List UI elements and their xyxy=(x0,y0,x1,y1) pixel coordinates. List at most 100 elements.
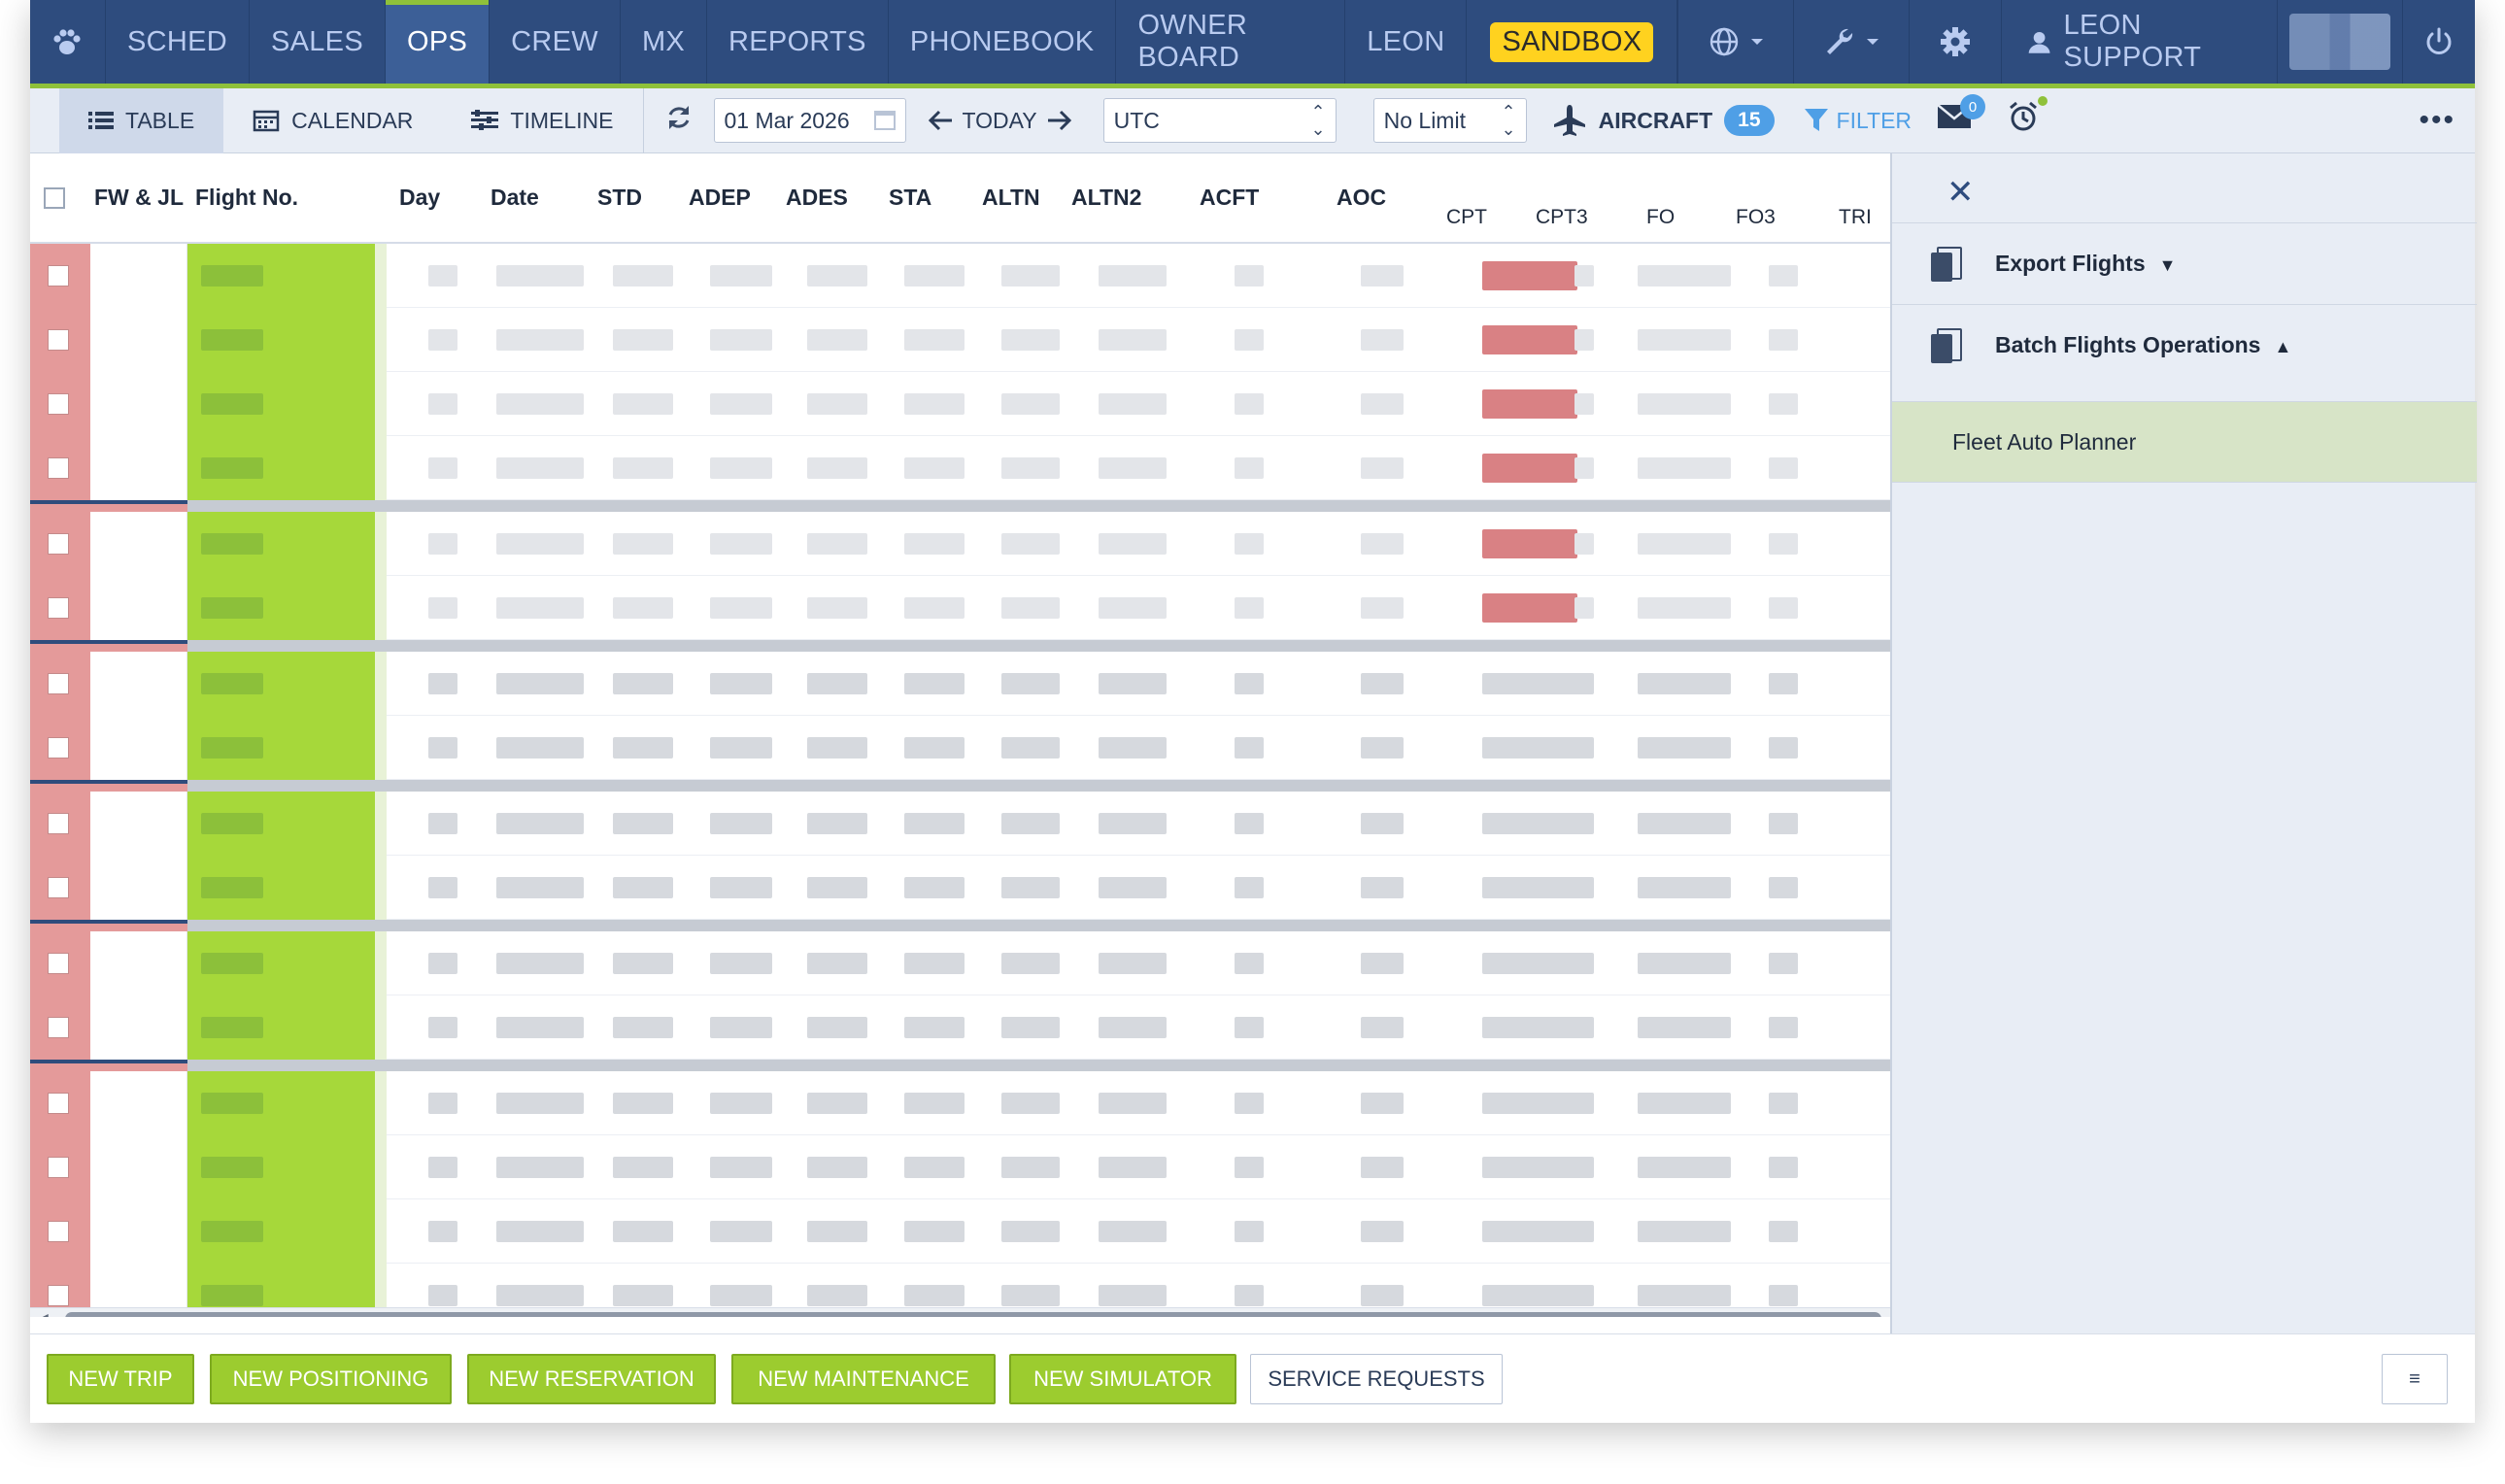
new-positioning-button[interactable]: NEW POSITIONING xyxy=(210,1354,452,1404)
flight-number-cell[interactable] xyxy=(187,244,375,308)
col-day[interactable]: Day xyxy=(399,185,440,211)
table-row[interactable] xyxy=(30,792,1890,856)
nav-tab-ops[interactable]: OPS xyxy=(385,0,491,84)
flight-number-cell[interactable] xyxy=(187,576,375,640)
menu-button[interactable]: ≡ xyxy=(2382,1354,2448,1404)
view-timeline-button[interactable]: TIMELINE xyxy=(442,88,642,153)
limit-select[interactable]: No Limit ⌃ ⌄ xyxy=(1372,98,1527,143)
table-row[interactable] xyxy=(30,244,1890,308)
new-reservation-button[interactable]: NEW RESERVATION xyxy=(467,1354,716,1404)
col-altn[interactable]: ALTN xyxy=(982,185,1040,211)
row-checkbox[interactable] xyxy=(48,1221,69,1242)
row-checkbox[interactable] xyxy=(48,457,69,479)
fleet-auto-planner-item[interactable]: Fleet Auto Planner xyxy=(1892,401,2477,483)
aircraft-selector[interactable]: AIRCRAFT 15 xyxy=(1552,103,1775,138)
col-tri[interactable]: TRI xyxy=(1839,206,1872,229)
export-flights-item[interactable]: Export Flights ▼ xyxy=(1892,222,2477,304)
logout-button[interactable] xyxy=(2403,0,2475,84)
flight-number-cell[interactable] xyxy=(187,1135,375,1199)
col-flight-no[interactable]: Flight No. xyxy=(195,185,298,211)
flight-number-cell[interactable] xyxy=(187,372,375,436)
row-checkbox[interactable] xyxy=(48,737,69,759)
nav-tab-phonebook[interactable]: PHONEBOOK xyxy=(889,0,1117,84)
table-row[interactable] xyxy=(30,512,1890,576)
table-row[interactable] xyxy=(30,995,1890,1060)
col-cpt3[interactable]: CPT3 xyxy=(1536,206,1588,229)
col-cpt[interactable]: CPT xyxy=(1446,206,1487,229)
timezone-select[interactable]: UTC ⌃ ⌄ xyxy=(1102,98,1337,143)
col-fw-jl[interactable]: FW & JL xyxy=(94,185,184,211)
col-aoc[interactable]: AOC xyxy=(1337,185,1386,211)
flight-number-cell[interactable] xyxy=(187,716,375,780)
nav-tab-leon[interactable]: LEON xyxy=(1345,0,1468,84)
table-row[interactable] xyxy=(30,652,1890,716)
table-row[interactable] xyxy=(30,1071,1890,1135)
row-checkbox[interactable] xyxy=(48,329,69,351)
new-trip-button[interactable]: NEW TRIP xyxy=(47,1354,194,1404)
messages-button[interactable]: 0 xyxy=(1937,94,1986,137)
row-checkbox[interactable] xyxy=(48,1285,69,1306)
paw-logo-icon[interactable] xyxy=(30,0,106,84)
scrollbar-thumb[interactable] xyxy=(65,1312,1881,1317)
col-altn2[interactable]: ALTN2 xyxy=(1071,185,1141,211)
table-row[interactable] xyxy=(30,576,1890,640)
col-fo3[interactable]: FO3 xyxy=(1736,206,1776,229)
today-button[interactable]: TODAY xyxy=(963,108,1037,134)
scroll-left-icon[interactable]: ◀ xyxy=(38,1310,49,1317)
arrow-left-icon[interactable] xyxy=(928,110,953,131)
arrow-right-icon[interactable] xyxy=(1047,110,1072,131)
row-checkbox[interactable] xyxy=(48,813,69,834)
alarms-button[interactable] xyxy=(2007,96,2048,141)
flight-number-cell[interactable] xyxy=(187,931,375,995)
flight-number-cell[interactable] xyxy=(187,436,375,500)
row-checkbox[interactable] xyxy=(48,673,69,694)
view-calendar-button[interactable]: CALENDAR xyxy=(223,88,442,153)
table-row[interactable] xyxy=(30,436,1890,500)
batch-flights-item[interactable]: Batch Flights Operations ▲ xyxy=(1892,304,2477,386)
flight-number-cell[interactable] xyxy=(187,1071,375,1135)
filter-button[interactable]: FILTER xyxy=(1804,107,1912,134)
row-checkbox[interactable] xyxy=(48,265,69,287)
nav-tab-reports[interactable]: REPORTS xyxy=(707,0,889,84)
col-date[interactable]: Date xyxy=(491,185,539,211)
col-fo[interactable]: FO xyxy=(1646,206,1675,229)
nav-tab-sched[interactable]: SCHED xyxy=(106,0,250,84)
refresh-button[interactable] xyxy=(644,104,714,138)
tools-menu[interactable] xyxy=(1794,0,1911,84)
nav-tab-owner-board[interactable]: OWNER BOARD xyxy=(1116,0,1346,84)
flight-number-cell[interactable] xyxy=(187,792,375,856)
table-row[interactable] xyxy=(30,1199,1890,1264)
flight-number-cell[interactable] xyxy=(187,1199,375,1264)
table-row[interactable] xyxy=(30,372,1890,436)
table-row[interactable] xyxy=(30,716,1890,780)
language-menu[interactable] xyxy=(1677,0,1795,84)
view-table-button[interactable]: TABLE xyxy=(59,87,224,153)
calendar-picker-icon[interactable] xyxy=(873,111,896,130)
table-row[interactable] xyxy=(30,308,1890,372)
user-menu[interactable]: LEON SUPPORT xyxy=(2002,0,2278,84)
flight-number-cell[interactable] xyxy=(187,308,375,372)
date-input[interactable]: 01 Mar 2026 xyxy=(713,98,906,143)
table-row[interactable] xyxy=(30,1135,1890,1199)
select-all-checkbox[interactable] xyxy=(44,187,65,209)
nav-tab-crew[interactable]: CREW xyxy=(490,0,621,84)
col-adep[interactable]: ADEP xyxy=(689,185,751,211)
row-checkbox[interactable] xyxy=(48,393,69,415)
nav-tab-sales[interactable]: SALES xyxy=(250,0,386,84)
row-checkbox[interactable] xyxy=(48,953,69,974)
more-options-button[interactable]: ••• xyxy=(2419,104,2455,137)
new-simulator-button[interactable]: NEW SIMULATOR xyxy=(1009,1354,1236,1404)
flight-number-cell[interactable] xyxy=(187,652,375,716)
col-ades[interactable]: ADES xyxy=(786,185,848,211)
new-maintenance-button[interactable]: NEW MAINTENANCE xyxy=(731,1354,996,1404)
flight-number-cell[interactable] xyxy=(187,995,375,1060)
table-row[interactable] xyxy=(30,856,1890,920)
col-std[interactable]: STD xyxy=(597,185,642,211)
row-checkbox[interactable] xyxy=(48,877,69,898)
service-requests-button[interactable]: SERVICE REQUESTS xyxy=(1250,1354,1503,1404)
nav-tab-mx[interactable]: MX xyxy=(621,0,708,84)
row-checkbox[interactable] xyxy=(48,533,69,555)
settings-button[interactable] xyxy=(1910,0,2003,84)
horizontal-scrollbar[interactable]: ◀ xyxy=(30,1307,1890,1317)
row-checkbox[interactable] xyxy=(48,597,69,619)
